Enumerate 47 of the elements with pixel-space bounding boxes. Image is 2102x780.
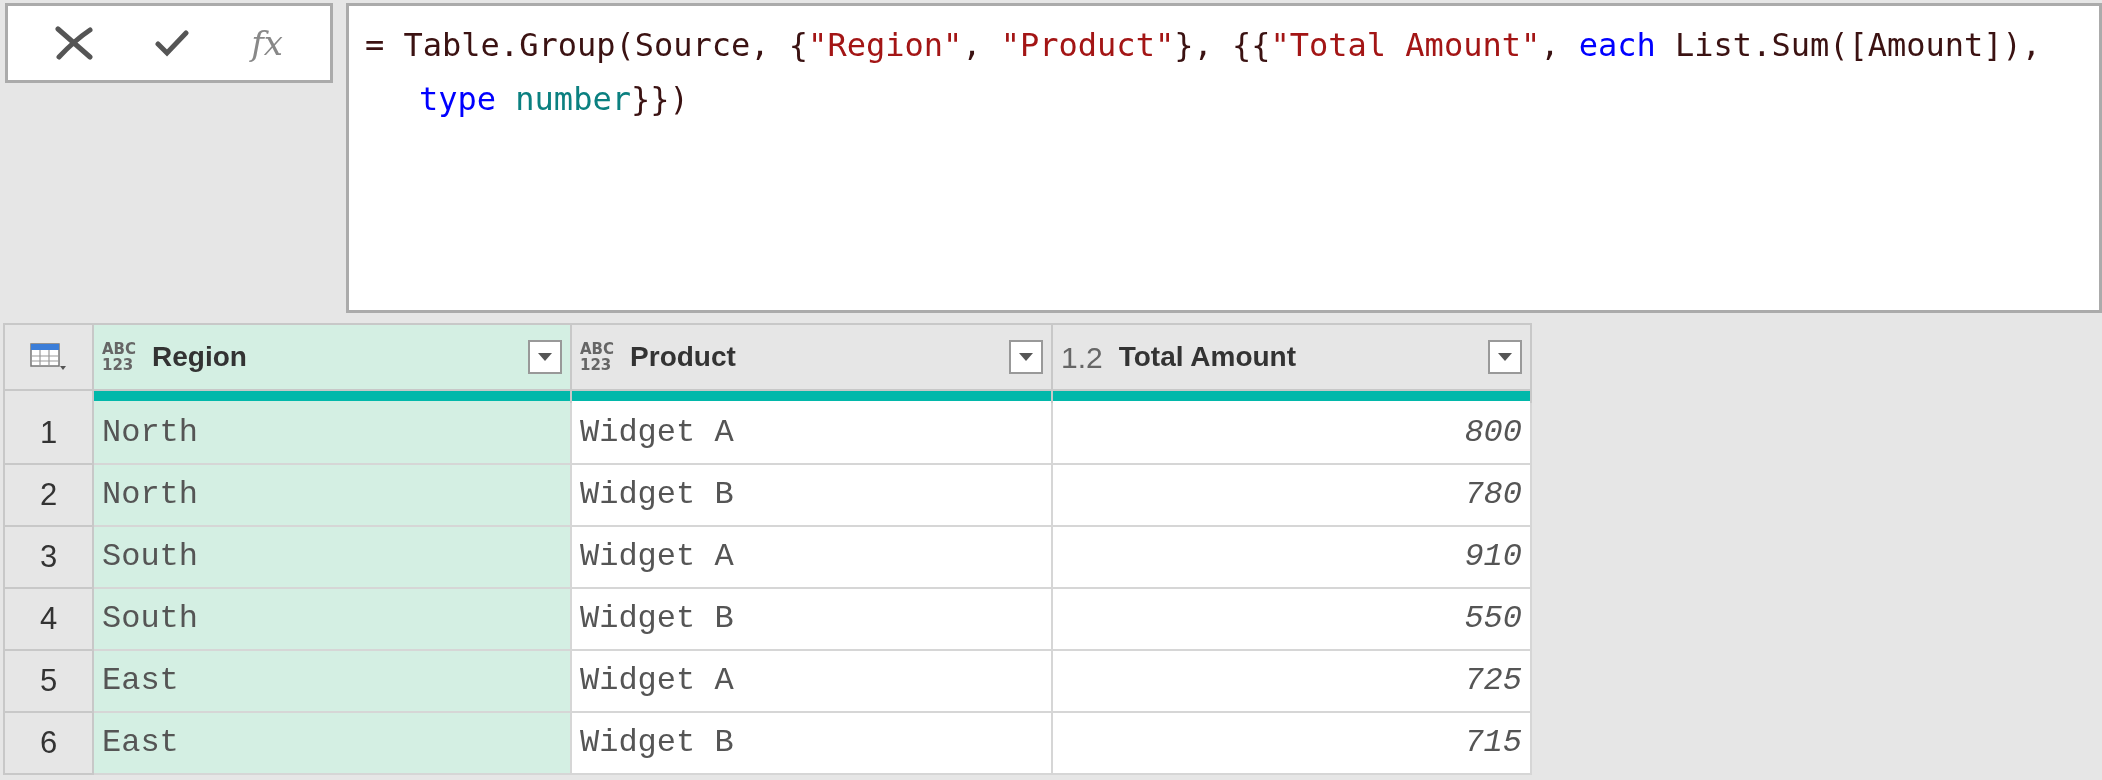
table-cell: Widget A [572,527,1053,589]
filter-dropdown-button[interactable] [1488,340,1522,374]
check-icon[interactable] [155,29,190,57]
table-cell: North [94,465,572,527]
column-header[interactable]: ABC 123 Region [94,323,572,391]
table-menu-button[interactable] [3,323,94,391]
caret-icon [1019,353,1033,361]
table-cell: Widget A [572,403,1053,465]
caret-icon [538,353,552,361]
table-cell: 780 [1053,465,1532,527]
filter-dropdown-button[interactable] [1009,340,1043,374]
table-cell: 550 [1053,589,1532,651]
table-cell: East [94,713,572,775]
formula-line: = Table.Group(Source, {"Region", "Product"}, {{"Total Amount", each List.Sum([Amount]), [365,25,2043,66]
table-cell: 910 [1053,527,1532,589]
table-cell: Widget B [572,713,1053,775]
type-icon[interactable]: ABC 123 [580,341,615,373]
cancel-icon[interactable] [55,26,94,60]
formula-field[interactable]: = Table.Group(Source, {"Region", "Product"}, {{"Total Amount", each List.Sum([Amount]), type number}}) [346,3,2102,313]
table-cell: 800 [1053,403,1532,465]
row-number[interactable]: 4 [3,589,94,651]
table-cell: South [94,527,572,589]
column-name: Product [629,340,737,374]
row-number[interactable]: 2 [3,465,94,527]
table-cell: Widget B [572,589,1053,651]
column-header[interactable]: 1.2 Total Amount [1053,323,1532,391]
caret-icon [1498,353,1512,361]
type-icon[interactable]: ABC 123 [102,341,137,373]
table-cell: Widget A [572,651,1053,713]
fx-label[interactable]: fx [251,17,283,69]
type-icon[interactable]: 1.2 [1061,334,1103,380]
table-cell: South [94,589,572,651]
column-header[interactable]: ABC 123 Product [572,323,1053,391]
row-number[interactable]: 5 [3,651,94,713]
row-number[interactable]: 1 [3,403,94,465]
column-name: Region [151,340,248,374]
table-cell: 715 [1053,713,1532,775]
filter-dropdown-button[interactable] [528,340,562,374]
table-cell: Widget B [572,465,1053,527]
table-icon [28,342,69,372]
formula-line: type number}}) [418,79,690,120]
row-number[interactable]: 3 [3,527,94,589]
column-name: Total Amount [1117,340,1297,374]
table-cell: East [94,651,572,713]
table-cell: 725 [1053,651,1532,713]
row-number[interactable]: 6 [3,713,94,775]
table-cell: North [94,403,572,465]
